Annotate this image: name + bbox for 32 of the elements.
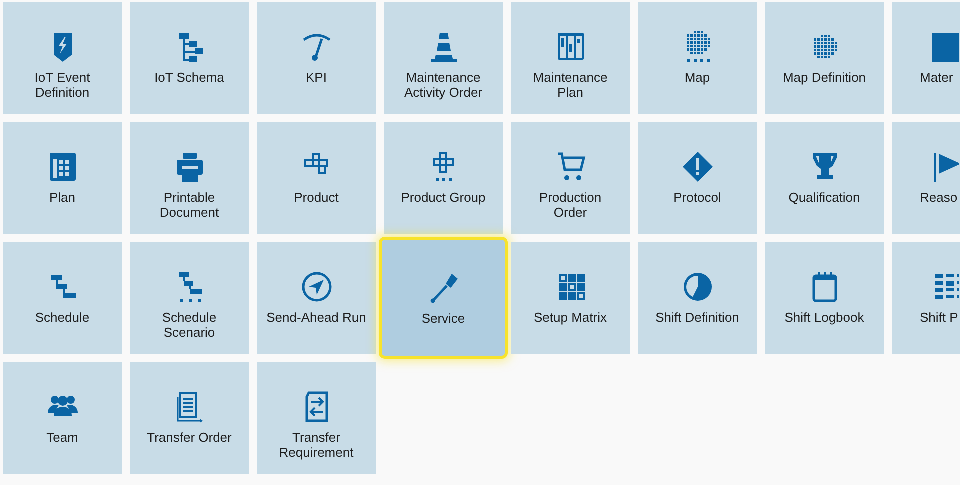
warning-diamond-icon [682, 151, 714, 183]
app-tile[interactable]: Qualification [765, 122, 884, 234]
app-tile[interactable]: Shift P [892, 242, 960, 354]
app-tile[interactable]: Maintenance Activity Order [384, 2, 503, 114]
app-tile[interactable]: Reaso [892, 122, 960, 234]
app-tile[interactable]: Product [257, 122, 376, 234]
app-tile[interactable]: Map [638, 2, 757, 114]
app-tile[interactable]: KPI [257, 2, 376, 114]
app-tile[interactable]: Send-Ahead Run [257, 242, 376, 354]
gauge-icon [300, 31, 332, 63]
app-tile[interactable]: Service [379, 237, 508, 359]
app-tile[interactable]: IoT Event Definition [3, 2, 122, 114]
app-tile[interactable]: Maintenance Plan [511, 2, 630, 114]
app-tile[interactable]: Shift Definition [638, 242, 757, 354]
app-tile[interactable]: Product Group [384, 122, 503, 234]
app-tile[interactable]: Schedule Scenario [130, 242, 249, 354]
app-tile[interactable]: IoT Schema [130, 2, 249, 114]
compass-icon [300, 271, 332, 303]
app-tile[interactable]: Printable Document [130, 122, 249, 234]
flag-icon [932, 151, 959, 183]
app-tile[interactable]: Setup Matrix [511, 242, 630, 354]
app-tile[interactable]: Production Order [511, 122, 630, 234]
app-tile[interactable]: Plan [3, 122, 122, 234]
clock-icon [682, 271, 714, 303]
app-tile[interactable]: Team [3, 362, 122, 474]
app-tile[interactable]: Map Definition [765, 2, 884, 114]
app-tile[interactable]: Shift Logbook [765, 242, 884, 354]
app-tile[interactable]: Transfer Requirement [257, 362, 376, 474]
app-tile[interactable]: Protocol [638, 122, 757, 234]
app-tile[interactable]: Mater [892, 2, 960, 114]
app-tile[interactable]: Transfer Order [130, 362, 249, 474]
app-tile[interactable]: Schedule [3, 242, 122, 354]
